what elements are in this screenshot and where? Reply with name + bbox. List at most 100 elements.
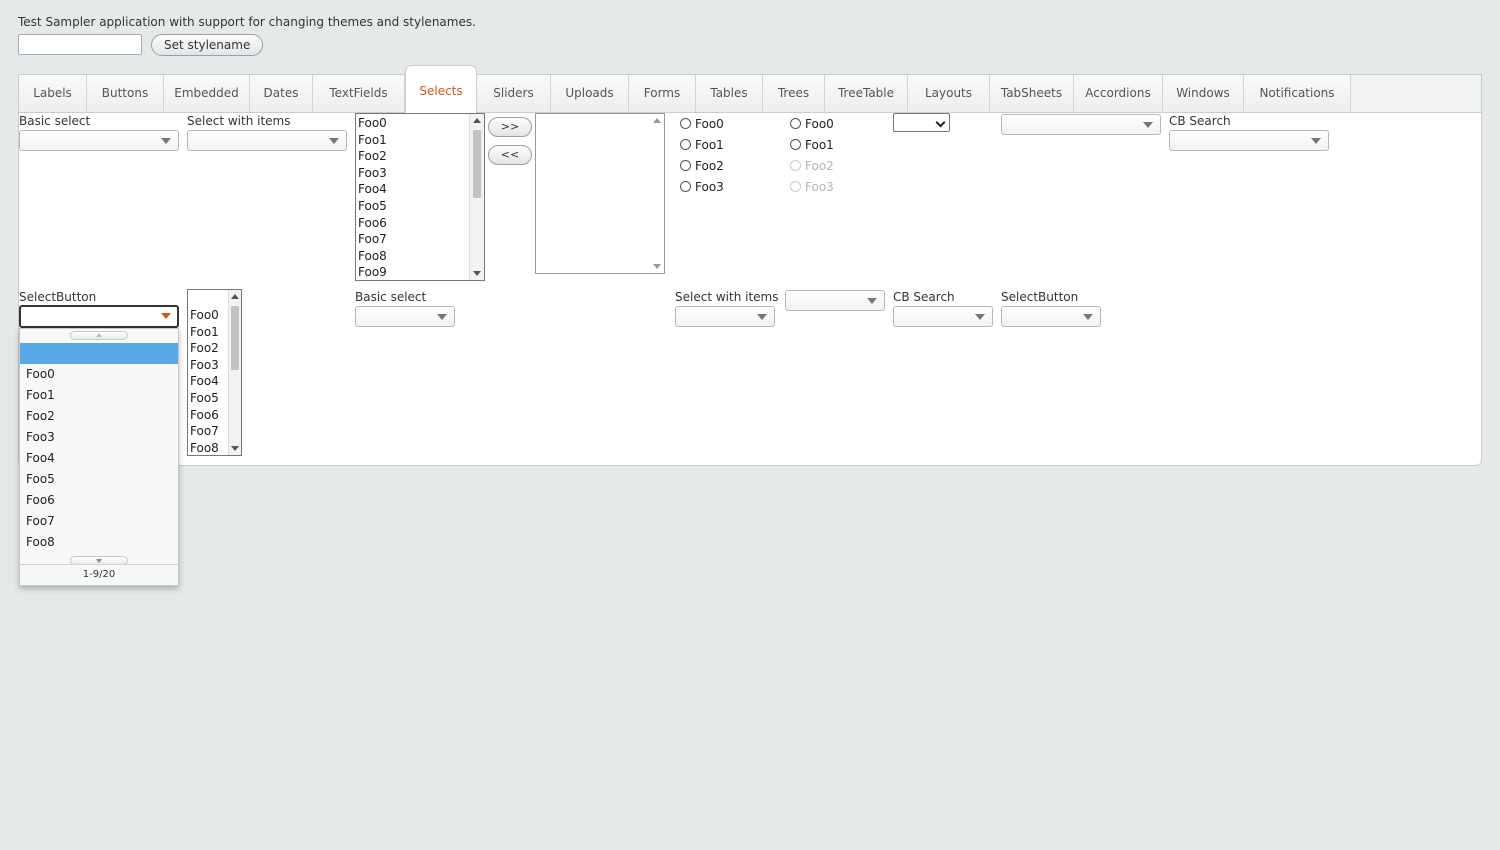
option-group-2-radio[interactable]: Foo1 xyxy=(790,138,834,152)
select-button-combo[interactable] xyxy=(19,305,179,328)
list-item[interactable]: Foo4 xyxy=(356,181,484,198)
select-with-items-combo-2[interactable] xyxy=(675,306,775,327)
option-group-1-radio[interactable]: Foo2 xyxy=(680,159,724,173)
tab-dates[interactable]: Dates xyxy=(250,75,313,112)
chevron-down-icon[interactable] xyxy=(1311,138,1321,144)
cb-search-combo[interactable] xyxy=(1169,130,1329,151)
popup-item[interactable]: Foo2 xyxy=(20,406,178,427)
option-group-1-radio[interactable]: Foo0 xyxy=(680,117,724,131)
chevron-down-icon[interactable] xyxy=(437,314,447,320)
twin-add-button[interactable]: >> xyxy=(488,117,532,137)
small-list-select[interactable]: Foo0 Foo1 Foo2 Foo3 Foo4 Foo5 Foo6 Foo7 Foo8 xyxy=(187,289,242,456)
option-group-2-radio[interactable]: Foo0 xyxy=(790,117,834,131)
chevron-down-icon[interactable] xyxy=(935,117,946,128)
scroll-up-icon[interactable] xyxy=(473,118,481,123)
radio-icon[interactable] xyxy=(680,139,691,150)
basic-select-combo[interactable] xyxy=(19,130,179,151)
radio-label: Foo2 xyxy=(805,159,834,173)
chevron-down-icon[interactable] xyxy=(161,138,171,144)
tab-treetable[interactable]: TreeTable xyxy=(825,75,908,112)
basic-select-combo-2[interactable] xyxy=(355,306,455,327)
popup-item[interactable]: Foo8 xyxy=(20,532,178,553)
select-button-caption: SelectButton xyxy=(19,290,97,304)
popup-item[interactable]: Foo1 xyxy=(20,385,178,406)
chevron-down-icon[interactable] xyxy=(757,314,767,320)
tab-windows[interactable]: Windows xyxy=(1163,75,1244,112)
popup-item[interactable]: Foo0 xyxy=(20,364,178,385)
native-select[interactable] xyxy=(893,113,950,132)
scroll-thumb[interactable] xyxy=(473,130,481,198)
select-with-items-combo[interactable] xyxy=(187,130,347,151)
popup-empty-item[interactable] xyxy=(20,343,178,364)
scroll-up-icon[interactable] xyxy=(231,294,239,299)
tab-trees[interactable]: Trees xyxy=(763,75,825,112)
tab-buttons[interactable]: Buttons xyxy=(87,75,164,112)
cb-search-combo-2[interactable] xyxy=(893,306,993,327)
chevron-down-icon[interactable] xyxy=(161,313,171,319)
tab-labels[interactable]: Labels xyxy=(19,75,87,112)
list-item[interactable]: Foo5 xyxy=(356,198,484,215)
radio-icon xyxy=(790,181,801,192)
list-item[interactable]: Foo8 xyxy=(356,248,484,265)
tab-layouts[interactable]: Layouts xyxy=(908,75,990,112)
set-stylename-button[interactable]: Set stylename xyxy=(151,34,264,56)
popup-item[interactable]: Foo7 xyxy=(20,511,178,532)
twin-selected-list[interactable] xyxy=(535,113,665,274)
popup-item[interactable]: Foo4 xyxy=(20,448,178,469)
tab-accordions[interactable]: Accordions xyxy=(1074,75,1163,112)
list-item[interactable]: Foo7 xyxy=(356,231,484,248)
scroll-up-icon[interactable] xyxy=(653,118,661,123)
tab-tables[interactable]: Tables xyxy=(696,75,763,112)
combo-box-2[interactable] xyxy=(785,290,885,311)
intro-text: Test Sampler application with support fo… xyxy=(18,15,476,29)
twin-list-scrollbar[interactable] xyxy=(650,114,664,273)
radio-icon[interactable] xyxy=(680,118,691,129)
select-button-caption-2: SelectButton xyxy=(1001,290,1079,304)
radio-icon[interactable] xyxy=(680,160,691,171)
radio-icon xyxy=(790,160,801,171)
tab-notifications[interactable]: Notifications xyxy=(1244,75,1351,112)
list-item[interactable]: Foo2 xyxy=(356,148,484,165)
chevron-down-icon[interactable] xyxy=(1083,314,1093,320)
tab-textfields[interactable]: TextFields xyxy=(313,75,405,112)
scroll-thumb[interactable] xyxy=(231,306,239,370)
tab-forms[interactable]: Forms xyxy=(629,75,696,112)
tab-sliders[interactable]: Sliders xyxy=(477,75,551,112)
chevron-down-icon[interactable] xyxy=(1143,122,1153,128)
list-item[interactable]: Foo6 xyxy=(356,215,484,232)
cb-search-caption: CB Search xyxy=(1169,114,1231,128)
select-with-items-caption-2: Select with items xyxy=(675,290,779,304)
scroll-down-icon[interactable] xyxy=(653,264,661,269)
list-item[interactable]: Foo9 xyxy=(356,264,484,280)
small-list-scrollbar[interactable] xyxy=(228,290,241,455)
list-item[interactable]: Foo3 xyxy=(356,165,484,182)
combo-box[interactable] xyxy=(1001,114,1161,135)
popup-item[interactable]: Foo5 xyxy=(20,469,178,490)
option-group-1-radio[interactable]: Foo1 xyxy=(680,138,724,152)
chevron-down-icon[interactable] xyxy=(329,138,339,144)
twin-remove-button[interactable]: << xyxy=(488,145,532,165)
list-select[interactable]: Foo0 Foo1 Foo2 Foo3 Foo4 Foo5 Foo6 Foo7 Foo8 Foo9 xyxy=(355,113,485,281)
radio-icon[interactable] xyxy=(790,139,801,150)
radio-icon[interactable] xyxy=(790,118,801,129)
radio-label: Foo1 xyxy=(695,138,724,152)
tab-embedded[interactable]: Embedded xyxy=(164,75,250,112)
radio-icon[interactable] xyxy=(680,181,691,192)
tab-selects[interactable]: Selects xyxy=(405,65,477,113)
list-item[interactable]: Foo1 xyxy=(356,132,484,149)
list-item[interactable]: Foo0 xyxy=(356,115,484,132)
list-select-scrollbar[interactable] xyxy=(469,114,484,280)
option-group-1-radio[interactable]: Foo3 xyxy=(680,180,724,194)
popup-item[interactable]: Foo6 xyxy=(20,490,178,511)
stylename-input[interactable] xyxy=(18,34,142,55)
select-button-combo-2[interactable] xyxy=(1001,306,1101,327)
tab-tabsheets[interactable]: TabSheets xyxy=(990,75,1074,112)
chevron-up-icon xyxy=(96,333,102,337)
chevron-down-icon[interactable] xyxy=(867,298,877,304)
popup-prev-page-button[interactable] xyxy=(70,331,128,340)
tab-uploads[interactable]: Uploads xyxy=(551,75,629,112)
scroll-down-icon[interactable] xyxy=(231,446,239,451)
scroll-down-icon[interactable] xyxy=(473,271,481,276)
popup-item[interactable]: Foo3 xyxy=(20,427,178,448)
chevron-down-icon[interactable] xyxy=(975,314,985,320)
